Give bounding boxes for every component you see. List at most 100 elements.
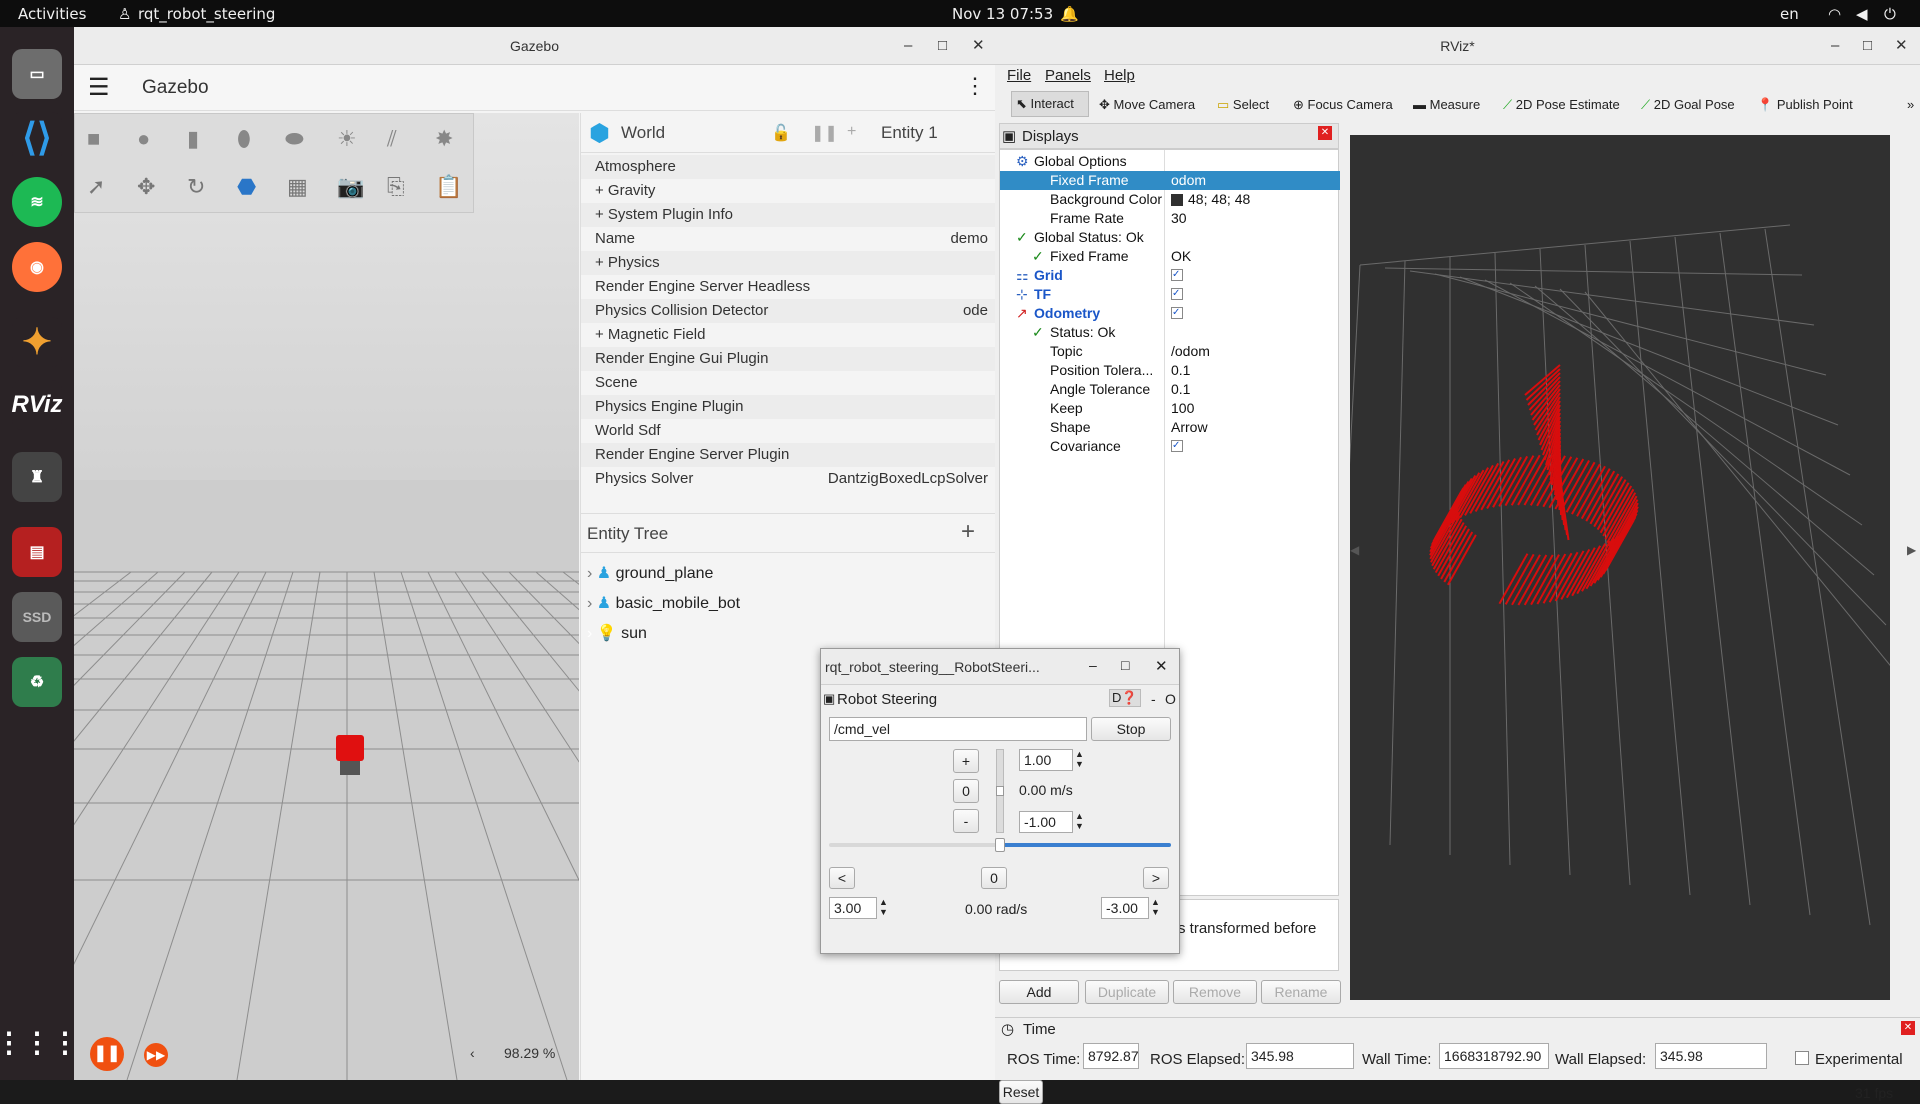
close-icon[interactable]: ✕ xyxy=(1901,1021,1915,1035)
rviz-3d-view[interactable] xyxy=(1350,135,1890,1000)
spin-arrows-icon[interactable]: ▲ ▼ xyxy=(1075,749,1084,769)
rename-button[interactable]: Rename xyxy=(1261,980,1341,1004)
camera-icon[interactable]: 📷 xyxy=(337,174,364,200)
remove-button[interactable]: Remove xyxy=(1173,980,1257,1004)
ellipsoid-icon[interactable]: ⬬ xyxy=(285,126,304,152)
display-row[interactable]: ↗ Odometry ✓ xyxy=(1000,304,1340,323)
translate-icon[interactable]: ✥ xyxy=(137,174,155,200)
power-icon[interactable]: ⏻ xyxy=(1884,5,1896,23)
menu-panels[interactable]: Panels xyxy=(1045,67,1091,84)
collapse-icon[interactable]: ‹ xyxy=(470,1045,475,1061)
reset-button[interactable]: Reset xyxy=(999,1080,1043,1104)
rviz-icon[interactable]: RViz xyxy=(11,380,63,430)
ros-elapsed-field[interactable]: 345.98 xyxy=(1246,1043,1354,1069)
vscode-icon[interactable]: ⟨⟩ xyxy=(12,112,62,162)
world-property-row[interactable]: Physics Engine Plugin xyxy=(581,395,996,419)
collapse-left-icon[interactable]: ◀ xyxy=(1350,543,1359,557)
rotate-icon[interactable]: ↻ xyxy=(187,174,205,200)
display-row[interactable]: Fixed Frame odom xyxy=(1000,171,1340,190)
dock-button[interactable]: D❓ xyxy=(1109,689,1141,707)
display-row[interactable]: Shape Arrow xyxy=(1000,418,1340,437)
display-row-value[interactable]: 48; 48; 48 xyxy=(1188,190,1250,209)
volume-icon[interactable]: ◀ xyxy=(1856,5,1868,23)
tool-2d-goal-pose[interactable]: ⟋ 2D Goal Pose xyxy=(1641,97,1735,113)
max-linear-spinbox[interactable]: 1.00 xyxy=(1019,749,1073,771)
topic-input[interactable]: /cmd_vel xyxy=(829,717,1087,741)
angular-slider-handle[interactable] xyxy=(995,838,1005,852)
display-checkbox[interactable]: ✓ xyxy=(1171,269,1183,281)
display-row-value[interactable]: odom xyxy=(1171,171,1206,190)
world-property-row[interactable]: Physics Solver DantzigBoxedLcpSolver xyxy=(581,467,996,491)
maximize-icon[interactable]: □ xyxy=(938,27,947,65)
tool-publish-point[interactable]: 📍 Publish Point xyxy=(1757,97,1853,113)
firefox-icon[interactable]: ◉ xyxy=(12,242,62,292)
files-icon[interactable]: ▭ xyxy=(12,49,62,99)
tree-item-basic-mobile-bot[interactable]: › ♟ basic_mobile_bot xyxy=(587,593,987,623)
tool-focus-camera[interactable]: ⊕ Focus Camera xyxy=(1293,97,1393,113)
active-app-label[interactable]: rqt_robot_steering xyxy=(138,5,275,23)
tool-select[interactable]: ▭ Select xyxy=(1217,97,1269,113)
options-button[interactable]: O xyxy=(1165,691,1176,707)
tool-measure[interactable]: ▬ Measure xyxy=(1413,97,1480,112)
wall-time-field[interactable]: 1668318792.90 xyxy=(1439,1043,1549,1069)
display-row[interactable]: ⚏ Grid ✓ xyxy=(1000,266,1340,285)
display-row[interactable]: Covariance ✓ xyxy=(1000,437,1340,456)
menu-icon[interactable]: ☰ xyxy=(88,73,110,102)
menu-help[interactable]: Help xyxy=(1104,67,1135,84)
spot-light-icon[interactable]: ✸ xyxy=(435,126,453,152)
world-property-row[interactable]: Render Engine Server Plugin xyxy=(581,443,996,467)
wall-elapsed-field[interactable]: 345.98 xyxy=(1655,1043,1767,1069)
clock[interactable]: Nov 13 07:53 xyxy=(952,5,1053,23)
world-property-row[interactable]: Scene xyxy=(581,371,996,395)
capsule-icon[interactable]: ⬮ xyxy=(237,126,251,152)
add-button[interactable]: Add xyxy=(999,980,1079,1004)
reset-linear-button[interactable]: 0 xyxy=(953,779,979,803)
duplicate-button[interactable]: Duplicate xyxy=(1085,980,1169,1004)
display-row-value[interactable]: 100 xyxy=(1171,399,1194,418)
tool-2d-pose-estimate[interactable]: ⟋ 2D Pose Estimate xyxy=(1503,97,1620,113)
display-row-value[interactable]: OK xyxy=(1171,247,1191,266)
close-icon[interactable]: ✕ xyxy=(1318,126,1332,140)
tool-interact[interactable]: ⬉ Interact xyxy=(1011,91,1089,117)
minimize-icon[interactable]: – xyxy=(1089,657,1097,673)
chevron-right-icon[interactable]: » xyxy=(1907,97,1914,112)
increase-linear-button[interactable]: + xyxy=(953,749,979,773)
maximize-icon[interactable]: □ xyxy=(1121,657,1129,673)
world-property-row[interactable]: Name demo xyxy=(581,227,996,251)
display-row[interactable]: Topic/odom xyxy=(1000,342,1340,361)
world-property-row[interactable]: + Magnetic Field xyxy=(581,323,996,347)
add-icon[interactable]: + xyxy=(847,123,856,141)
world-property-row[interactable]: + System Plugin Info xyxy=(581,203,996,227)
collapse-right-icon[interactable]: ▶ xyxy=(1907,543,1916,557)
spotify-icon[interactable]: ≋ xyxy=(12,177,62,227)
world-property-row[interactable]: Physics Collision Detector ode xyxy=(581,299,996,323)
copy-icon[interactable]: ⎘ xyxy=(387,174,405,200)
menu-file[interactable]: File xyxy=(1007,67,1031,84)
spin-arrows-icon[interactable]: ▲ ▼ xyxy=(879,897,888,917)
tool-move-camera[interactable]: ✥ Move Camera xyxy=(1099,97,1195,113)
reset-angular-button[interactable]: 0 xyxy=(981,867,1007,889)
display-checkbox[interactable]: ✓ xyxy=(1171,440,1183,452)
activities-button[interactable]: Activities xyxy=(18,5,86,23)
turn-left-button[interactable]: < xyxy=(829,867,855,889)
spin-arrows-icon[interactable]: ▲ ▼ xyxy=(1075,811,1084,831)
display-row-value[interactable]: 0.1 xyxy=(1171,361,1190,380)
tree-item-ground-plane[interactable]: › ♟ ground_plane xyxy=(587,563,987,593)
world-property-row[interactable]: + Physics xyxy=(581,251,996,275)
minimize-icon[interactable]: – xyxy=(1831,27,1839,65)
close-icon[interactable]: ✕ xyxy=(1895,27,1908,65)
language-indicator[interactable]: en xyxy=(1780,5,1799,23)
display-row[interactable]: Background Color 48; 48; 48 xyxy=(1000,190,1340,209)
spin-arrows-icon[interactable]: ▲ ▼ xyxy=(1151,897,1160,917)
world-property-row[interactable]: Render Engine Server Headless xyxy=(581,275,996,299)
world-property-row[interactable]: Atmosphere xyxy=(581,155,996,179)
turn-right-button[interactable]: > xyxy=(1143,867,1169,889)
step-button[interactable]: ▶▶ xyxy=(144,1043,168,1067)
display-checkbox[interactable]: ✓ xyxy=(1171,307,1183,319)
linear-slider[interactable] xyxy=(996,749,1004,833)
display-row-value[interactable]: 30 xyxy=(1171,209,1187,228)
wifi-icon[interactable]: ◠ xyxy=(1828,5,1841,23)
world-property-row[interactable]: + Gravity xyxy=(581,179,996,203)
add-entity-icon[interactable]: + xyxy=(961,518,975,546)
display-row[interactable]: ✓ Global Status: Ok xyxy=(1000,228,1340,247)
